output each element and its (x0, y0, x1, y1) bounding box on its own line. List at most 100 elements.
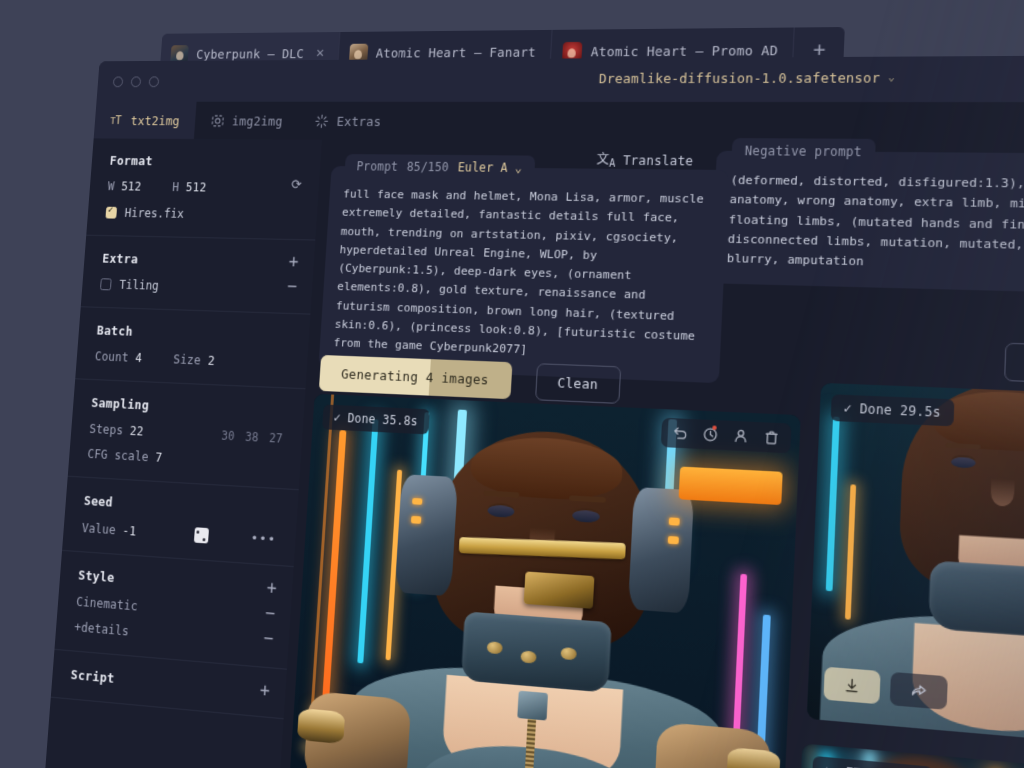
batch-size-value: 2 (207, 354, 215, 368)
prompt-zone: 文A Translate 文A Translate Negative promp… (308, 140, 1024, 381)
mode-tab-bar: T T txt2img img2img (94, 102, 1024, 146)
style-item-details[interactable]: +details (74, 620, 270, 650)
format-dimensions: W 512 H 512 (107, 179, 300, 195)
spinner-icon (825, 764, 838, 768)
trash-icon[interactable] (763, 429, 780, 446)
add-script-button[interactable]: + (259, 682, 270, 701)
negative-prompt-box[interactable]: Negative prompt (deformed, distorted, di… (711, 151, 1024, 297)
clean-button[interactable]: Clean (535, 363, 621, 404)
remove-extra-button[interactable]: − (286, 278, 297, 295)
generate-button[interactable]: Generating 4 images (319, 355, 512, 399)
status-badge: ETA 13.9s (812, 756, 933, 768)
matrix-view-button[interactable]: Matrix vi (1004, 343, 1024, 386)
style-item-cinematic[interactable]: Cinematic (76, 595, 272, 625)
height-field[interactable]: H 512 (172, 180, 207, 194)
seed-value: -1 (122, 523, 137, 538)
action-bar: Generating 4 images Clean (319, 355, 621, 404)
window-controls (98, 76, 160, 87)
hires-fix-checkbox[interactable]: Hires.fix (105, 206, 298, 223)
image-action-bar (823, 667, 947, 710)
title-bar: Dreamlike-diffusion-1.0.safetensor ⌄ (96, 55, 1024, 102)
steps-row: Steps 22 30 38 27 (89, 422, 283, 446)
prompt-box[interactable]: Prompt 85/150 Euler A ⌄ full face mask a… (318, 166, 728, 383)
section-title: Script (70, 667, 266, 700)
section-title: Batch (96, 323, 290, 345)
checkbox-icon (100, 278, 112, 290)
batch-size-field[interactable]: Size 2 (173, 352, 215, 368)
width-value: 512 (121, 180, 142, 194)
hires-fix-label: Hires.fix (124, 206, 184, 221)
generate-label: Generating 4 images (341, 366, 489, 388)
undo-icon[interactable] (672, 425, 689, 442)
status-text: ETA 13.9s (845, 765, 920, 768)
cfg-scale-field[interactable]: CFG scale 7 (87, 447, 163, 465)
add-style-button[interactable]: + (266, 580, 277, 598)
remove-style-button[interactable]: − (264, 605, 275, 624)
batch-count-value: 4 (135, 351, 143, 365)
app-window: Cyberpunk – DLC ✕ Atomic Heart – Fanart … (42, 55, 1024, 768)
height-value: 512 (185, 180, 206, 194)
steps-preset[interactable]: 30 (221, 428, 235, 443)
person-icon[interactable] (732, 428, 749, 445)
prompt-label-bar: Prompt 85/150 Euler A ⌄ (344, 154, 535, 179)
status-badge: ✓ Done 29.5s (831, 394, 954, 426)
ellipsis-icon[interactable]: ••• (250, 531, 276, 548)
remove-style-button-2[interactable]: − (263, 630, 274, 649)
download-icon (843, 676, 861, 694)
section-extra: Extra Tiling + − (81, 236, 316, 315)
translate-button-prompt[interactable]: 文A Translate (596, 150, 694, 171)
negative-prompt-text[interactable]: (deformed, distorted, disfigured:1.3), p… (726, 171, 1024, 280)
section-title: Extra (102, 251, 295, 271)
check-icon: ✓ (333, 410, 341, 425)
cfg-row: CFG scale 7 (87, 447, 282, 472)
tiling-checkbox[interactable]: Tiling (100, 277, 293, 296)
result-card-main[interactable]: ✓ Done 35.8s (285, 394, 801, 768)
steps-preset[interactable]: 38 (245, 430, 259, 445)
portrait-figure (807, 383, 1024, 749)
result-card-pending[interactable]: ETA 13.9s (796, 743, 1024, 768)
status-badge: ✓ Done 35.8s (322, 404, 429, 434)
screen: Cyberpunk – DLC ✕ Atomic Heart – Fanart … (0, 0, 1024, 768)
result-card-secondary[interactable]: ✓ Done 29.5s (807, 383, 1024, 749)
translate-label: Translate (623, 153, 694, 168)
tiling-label: Tiling (119, 278, 159, 293)
sparkle-icon (314, 113, 329, 128)
model-name-label: Dreamlike-diffusion-1.0.safetensor (599, 70, 881, 87)
text-icon: T T (110, 113, 125, 128)
generated-image-1 (285, 394, 801, 768)
sampler-selector[interactable]: Euler A ⌄ (457, 160, 522, 175)
tab-txt2img[interactable]: T T txt2img (94, 102, 197, 139)
portrait-figure (285, 394, 801, 768)
close-button[interactable] (149, 76, 160, 87)
negative-prompt-label: Negative prompt (731, 138, 875, 164)
download-button[interactable] (823, 667, 880, 705)
checkbox-icon (105, 207, 117, 219)
cfg-scale-value: 7 (155, 450, 163, 465)
section-batch: Batch Count 4 Size 2 (75, 307, 310, 389)
tab-img2img[interactable]: img2img (194, 102, 300, 140)
share-button[interactable] (890, 672, 948, 710)
generated-image-3 (796, 743, 1024, 768)
section-sampling: Sampling Steps 22 30 38 27 CFG scale 7 (68, 379, 306, 490)
close-icon[interactable]: ✕ (316, 45, 325, 61)
prompt-text[interactable]: full face mask and helmet, Mona Lisa, ar… (333, 185, 713, 367)
tab-label: Atomic Heart – Fanart (376, 44, 537, 60)
settings-sidebar: Format W 512 H 512 ⟳ Hires.fix Extra (42, 138, 322, 768)
swap-icon[interactable]: ⟳ (291, 178, 302, 193)
section-title: Seed (83, 493, 278, 520)
image-icon (210, 113, 225, 128)
tab-label: Cyberpunk – DLC (196, 46, 305, 61)
add-extra-button[interactable]: + (288, 254, 299, 271)
progress-fill (319, 355, 431, 396)
width-field[interactable]: W 512 (107, 179, 141, 193)
history-icon[interactable] (702, 426, 719, 443)
batch-values: Count 4 Size 2 (94, 349, 288, 371)
steps-field[interactable]: Steps 22 (89, 422, 144, 439)
minimize-button[interactable] (113, 76, 124, 87)
maximize-button[interactable] (131, 76, 142, 87)
batch-count-field[interactable]: Count 4 (94, 349, 142, 365)
tab-extras[interactable]: Extras (297, 102, 399, 140)
steps-preset[interactable]: 27 (269, 431, 284, 446)
seed-value-field[interactable]: Value -1 (81, 520, 136, 538)
dice-icon[interactable] (193, 527, 208, 543)
